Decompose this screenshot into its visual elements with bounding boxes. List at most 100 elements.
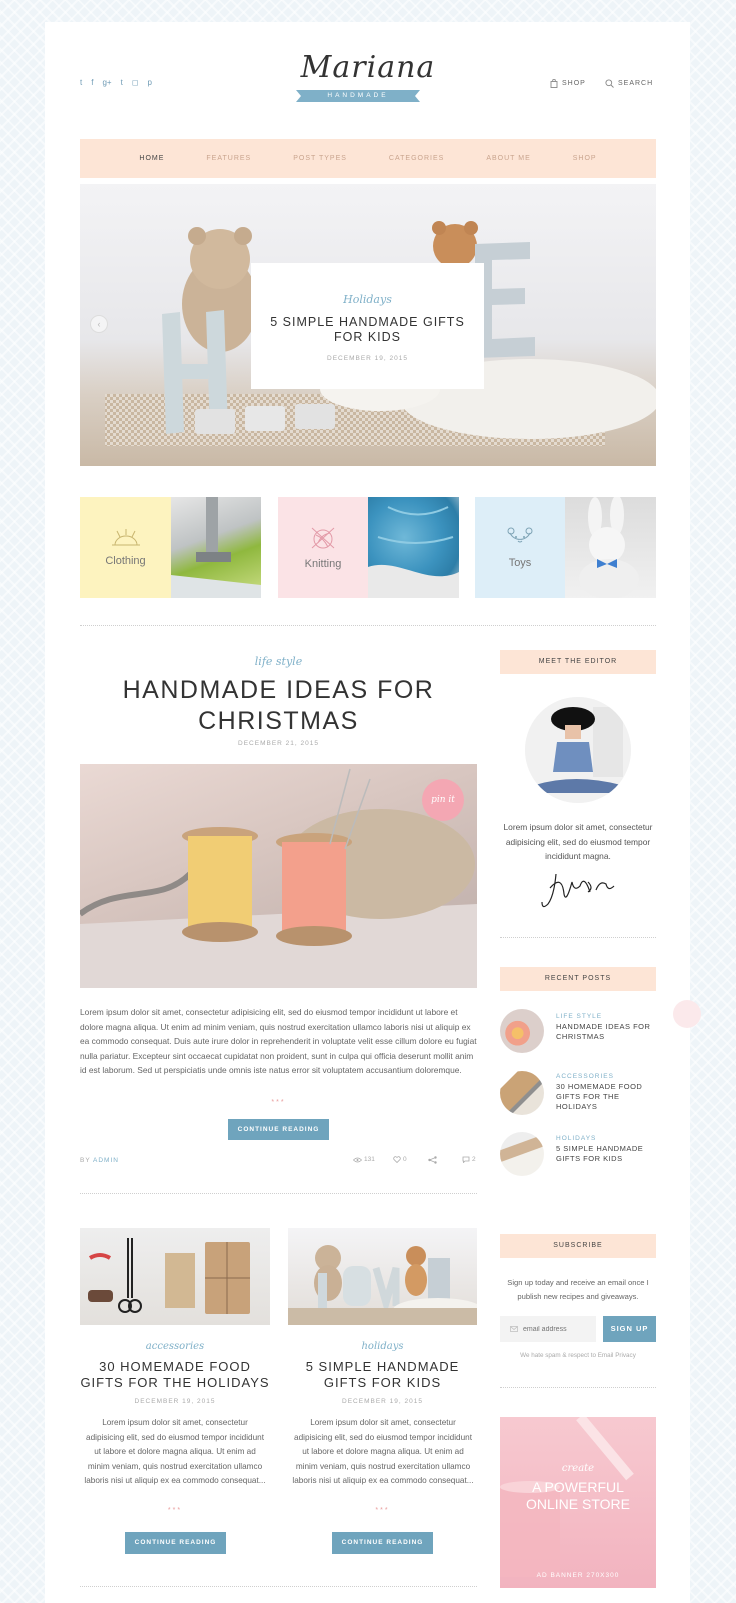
category-image-knitting[interactable]	[368, 497, 459, 598]
pinterest-icon[interactable]: p	[147, 78, 151, 87]
card-continue-button-2[interactable]: CONTINUE READING	[332, 1532, 433, 1554]
twitter-icon[interactable]: t	[80, 78, 82, 87]
recent-post-thumb-2[interactable]	[500, 1071, 544, 1115]
recent-post-title[interactable]: 30 HOMEMADE FOOD GIFTS FOR THE HOLIDAYS	[556, 1082, 656, 1112]
recent-post-thumb-1[interactable]	[500, 1009, 544, 1053]
recent-post-1[interactable]: LIFE STYLE HANDMADE IDEAS FOR CHRISTMAS	[556, 1013, 656, 1042]
instagram-icon[interactable]: ◻	[132, 78, 139, 87]
grid-bottom-divider	[80, 1586, 477, 1587]
yarn-image	[368, 506, 459, 598]
recent-post-title[interactable]: 5 SIMPLE HANDMADE GIFTS FOR KIDS	[556, 1144, 656, 1164]
nav-item-home[interactable]: HOME	[118, 155, 185, 162]
card-continue-button-1[interactable]: CONTINUE READING	[125, 1532, 226, 1554]
featured-excerpt: Lorem ipsum dolor sit amet, consectetur …	[80, 1007, 477, 1076]
nav-item-features[interactable]: FEATURES	[185, 155, 272, 162]
eye-icon	[353, 1157, 362, 1162]
ad-headline: A POWERFUL ONLINE STORE	[500, 1479, 656, 1513]
card-title-1[interactable]: 30 HOMEMADE FOOD GIFTS FOR THE HOLIDAYS	[80, 1359, 270, 1391]
sewing-pincushion-icon	[111, 528, 140, 545]
hero-title-line-2: FOR KIDS	[333, 330, 402, 344]
post-divider	[80, 1193, 477, 1194]
category-label-knitting: Knitting	[304, 557, 342, 570]
card-image-2[interactable]	[288, 1228, 477, 1325]
sign-up-button[interactable]: SIGN UP	[603, 1316, 656, 1342]
shop-link[interactable]: SHOP	[550, 79, 586, 88]
search-icon	[605, 79, 614, 88]
editor-avatar[interactable]	[525, 697, 631, 803]
featured-image[interactable]: pin it	[80, 764, 477, 988]
card-image-1[interactable]	[80, 1228, 270, 1325]
facebook-icon[interactable]: f	[91, 78, 93, 87]
section-divider	[80, 625, 656, 626]
likes-value: 0	[403, 1156, 407, 1163]
ad-banner[interactable]: create A POWERFUL ONLINE STORE AD BANNER…	[500, 1417, 656, 1588]
editor-photo	[525, 697, 631, 803]
google-plus-icon[interactable]: g+	[102, 78, 111, 87]
search-label: SEARCH	[618, 80, 654, 87]
comments-value: 2	[472, 1156, 476, 1163]
featured-title-line-2: CHRISTMAS	[198, 707, 359, 735]
category-clothing[interactable]: Clothing	[80, 497, 171, 598]
search-link[interactable]: SEARCH	[605, 79, 653, 88]
recent-post-thumb-3[interactable]	[500, 1132, 544, 1176]
card-date-1: DECEMBER 19, 2015	[134, 1398, 216, 1405]
recent-post-2[interactable]: ACCESSORIES 30 HOMEMADE FOOD GIFTS FOR T…	[556, 1073, 656, 1112]
card-title-line-1: 30 HOMEMADE FOOD	[99, 1359, 251, 1374]
subscribe-text: Sign up today and receive an email once …	[507, 1278, 649, 1301]
card-title-2[interactable]: 5 SIMPLE HANDMADE GIFTS FOR KIDS	[288, 1359, 477, 1391]
recent-post-title[interactable]: HANDMADE IDEAS FOR CHRISTMAS	[556, 1022, 656, 1042]
bunny-toy-image	[579, 497, 639, 598]
nav-item-shop[interactable]: SHOP	[552, 155, 618, 162]
category-toys[interactable]: Toys	[475, 497, 565, 598]
nav-item-categories[interactable]: CATEGORIES	[368, 155, 465, 162]
featured-continue-button[interactable]: CONTINUE READING	[228, 1119, 329, 1140]
pin-it-button[interactable]: pin it	[422, 779, 464, 821]
comments-count[interactable]: 2	[462, 1156, 476, 1163]
comment-icon	[462, 1156, 470, 1163]
recent-post-3[interactable]: HOLIDAYS 5 SIMPLE HANDMADE GIFTS FOR KID…	[556, 1135, 656, 1164]
category-image-clothing[interactable]	[171, 497, 261, 598]
card-separator-1: ***	[167, 1507, 183, 1514]
ad-headline-line-2: ONLINE STORE	[526, 1496, 630, 1512]
email-field[interactable]	[500, 1316, 596, 1342]
likes-count[interactable]: 0	[393, 1156, 407, 1163]
editor-signature	[540, 868, 620, 912]
featured-date: DECEMBER 21, 2015	[238, 740, 319, 747]
envelope-icon	[510, 1326, 518, 1332]
author-link[interactable]: ADMIN	[93, 1157, 119, 1164]
recent-post-category[interactable]: LIFE STYLE	[556, 1013, 656, 1020]
share-button[interactable]	[428, 1156, 437, 1164]
logo-subtitle: HANDMADE	[296, 90, 420, 102]
email-input[interactable]	[523, 1325, 593, 1333]
category-knitting[interactable]: Knitting	[278, 497, 368, 598]
card-title-line-2: GIFTS FOR THE HOLIDAYS	[80, 1375, 270, 1390]
card-category-2[interactable]: holidays	[288, 1341, 477, 1352]
card-separator-2: ***	[375, 1507, 390, 1514]
views-count: 131	[353, 1156, 375, 1163]
recent-post-category[interactable]: ACCESSORIES	[556, 1073, 656, 1080]
hero-category[interactable]: Holidays	[251, 293, 484, 306]
heart-icon	[393, 1156, 401, 1163]
recent-post-category[interactable]: HOLIDAYS	[556, 1135, 656, 1142]
social-icons: t f g+ t ◻ p	[80, 78, 152, 87]
yarn-ball-icon	[311, 527, 335, 548]
featured-category[interactable]: life style	[80, 655, 477, 668]
scroll-to-top-button[interactable]	[673, 1000, 701, 1028]
tumblr-icon[interactable]: t	[121, 78, 123, 87]
shop-label: SHOP	[562, 80, 586, 87]
nav-item-post-types[interactable]: POST TYPES	[272, 155, 368, 162]
card-category-1[interactable]: accessories	[80, 1341, 270, 1352]
food-gifts-image	[88, 1238, 250, 1314]
sewing-machine-image	[171, 497, 261, 598]
slider-prev-arrow[interactable]: ‹	[90, 315, 108, 333]
featured-title[interactable]: HANDMADE IDEAS FOR CHRISTMAS	[80, 675, 477, 737]
nav-item-about-me[interactable]: ABOUT ME	[465, 155, 551, 162]
hero-title-line-1: 5 SIMPLE HANDMADE GIFTS	[270, 315, 465, 329]
site-logo[interactable]: Mariana	[286, 50, 450, 85]
main-nav: HOME FEATURES POST TYPES CATEGORIES ABOU…	[80, 139, 656, 178]
hero-caption-card[interactable]: Holidays 5 SIMPLE HANDMADE GIFTS FOR KID…	[251, 263, 484, 389]
category-image-toys[interactable]	[565, 497, 656, 598]
featured-separator: ***	[271, 1099, 286, 1106]
hero-title[interactable]: 5 SIMPLE HANDMADE GIFTS FOR KIDS	[251, 315, 484, 345]
category-label-toys: Toys	[508, 556, 532, 569]
